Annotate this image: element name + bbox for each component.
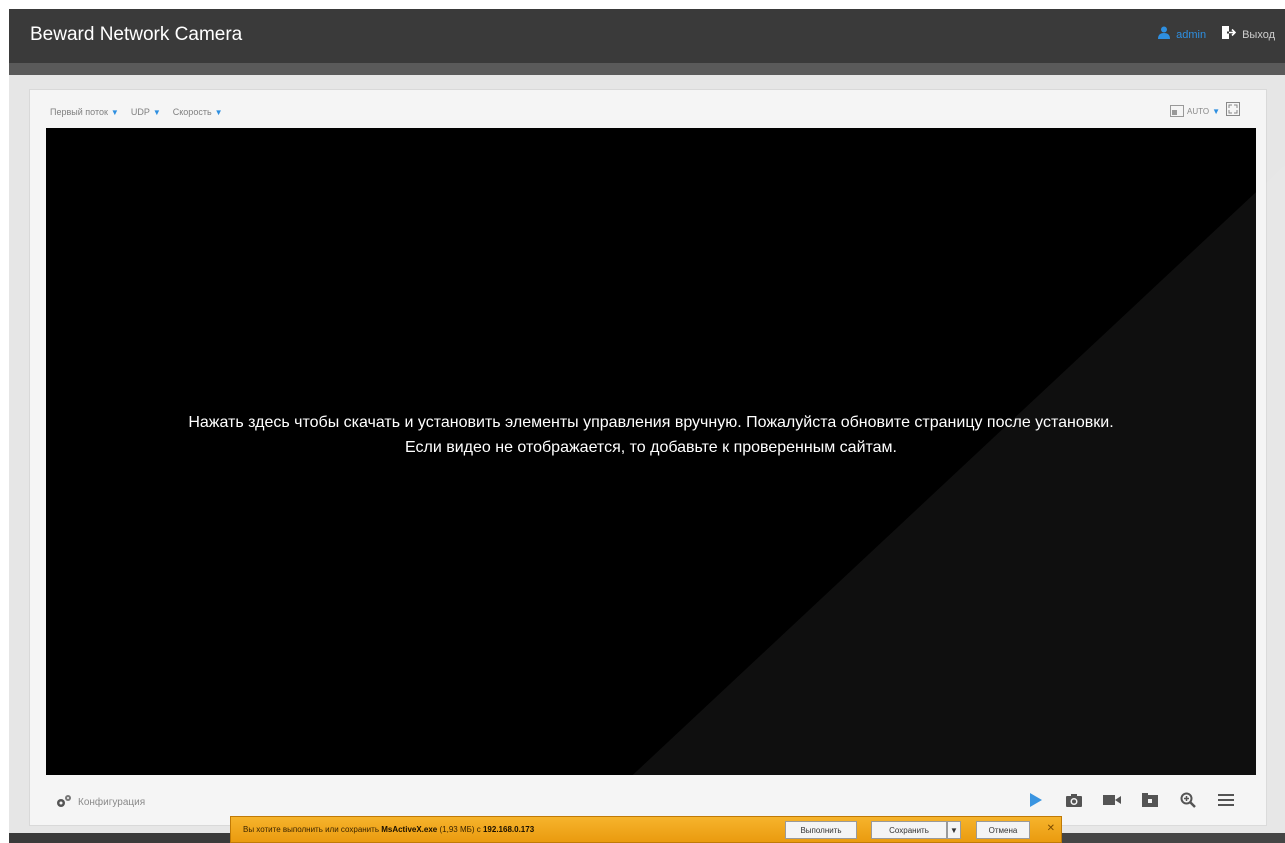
save-options-dropdown[interactable]: ▼ [947,821,961,839]
download-file-size: (1,93 МБ) с [439,825,481,834]
download-prompt: Вы хотите выполнить или сохранить MsActi… [243,825,534,834]
save-button[interactable]: Сохранить [871,821,947,839]
download-prompt-prefix: Вы хотите выполнить или сохранить [243,825,379,834]
download-host: 192.168.0.173 [482,825,535,834]
cancel-button[interactable]: Отмена [976,821,1030,839]
chevron-down-icon: ▼ [950,825,958,835]
download-file-name: MsActiveX.exe [381,825,438,834]
download-notification-bar: Вы хотите выполнить или сохранить MsActi… [230,816,1062,843]
close-icon[interactable]: ✕ [1047,823,1055,834]
run-button[interactable]: Выполнить [785,821,857,839]
watermark-graphic [560,165,1285,843]
